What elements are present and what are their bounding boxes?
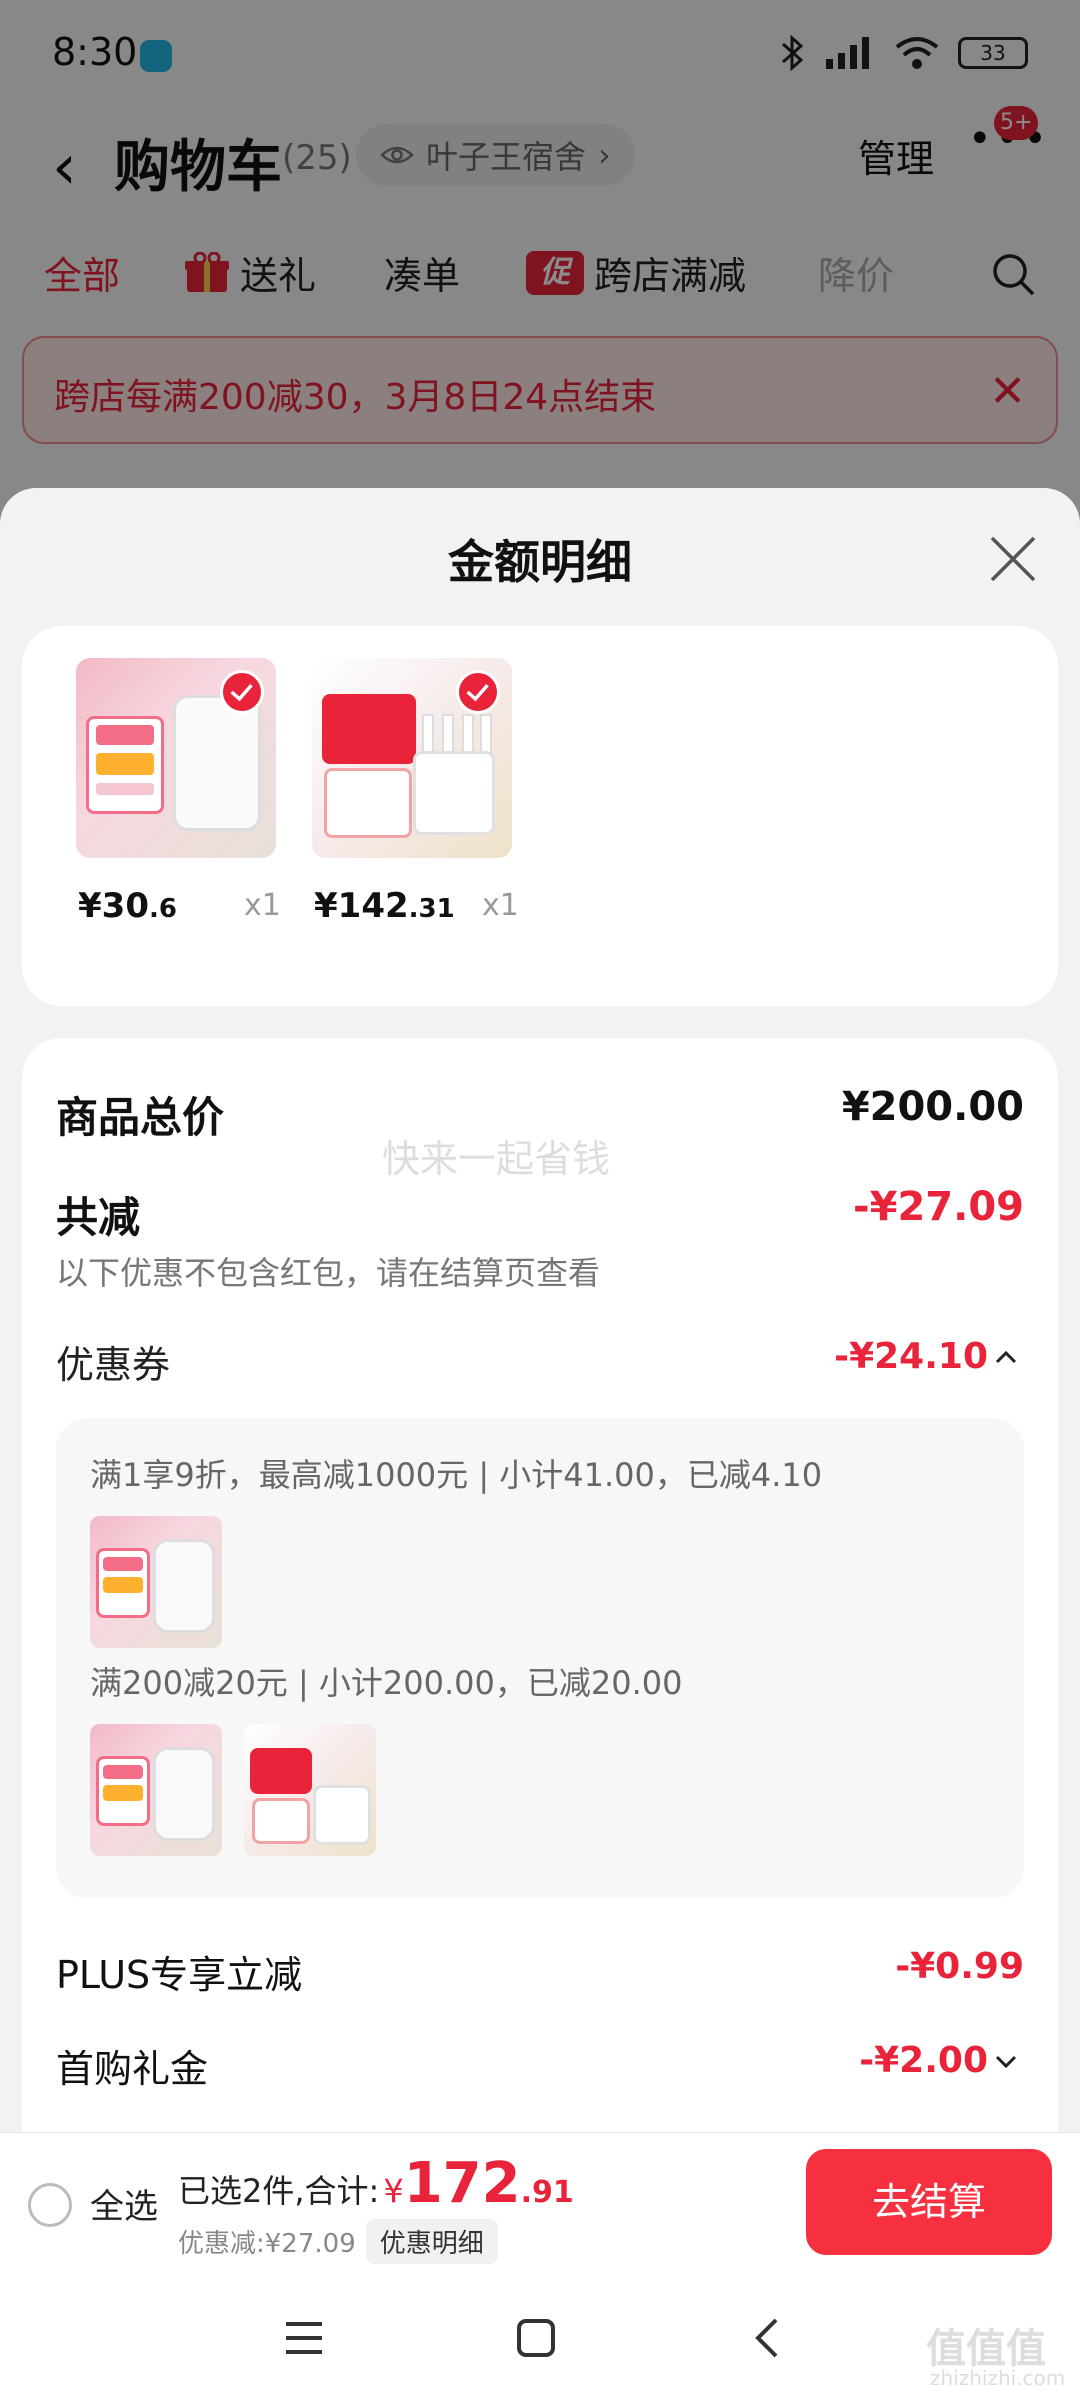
- reduce-label: 共减: [56, 1193, 141, 1242]
- total-label: 商品总价: [56, 1093, 225, 1142]
- coupon-detail-box: 满1享9折，最高减1000元 | 小计41.00，已减4.10 满200减20元…: [56, 1418, 1024, 1898]
- currency-symbol: ¥: [383, 2172, 404, 2210]
- plus-value: -¥0.99: [895, 1946, 1024, 1987]
- power-bank-image: [76, 658, 276, 858]
- goods-card: ¥30.6 x1 ¥142.31 x1: [22, 626, 1058, 1006]
- discount-detail-button[interactable]: 优惠明细: [365, 2219, 498, 2264]
- router-image: [312, 658, 512, 858]
- close-icon[interactable]: [986, 532, 1040, 586]
- home-icon[interactable]: [514, 2316, 558, 2360]
- goods-item[interactable]: [76, 658, 276, 858]
- first-purchase-value: -¥2.00: [859, 2040, 988, 2081]
- select-all-label[interactable]: 全选: [90, 2179, 158, 2228]
- check-icon: [220, 670, 264, 714]
- goods-price: ¥30.6: [78, 886, 177, 926]
- plus-label: PLUS专享立减: [56, 1953, 303, 1997]
- watermark-text: 快来一起省钱: [382, 1137, 611, 1181]
- coupon-desc: 满200减20元 | 小计200.00，已减20.00: [90, 1664, 683, 1702]
- coupon-label: 优惠券: [56, 1343, 171, 1387]
- coupon-desc: 满1享9折，最高减1000元 | 小计41.00，已减4.10: [90, 1456, 823, 1494]
- site-watermark-url: zhizhizhi.com: [930, 2366, 1066, 2390]
- goods-qty: x1: [244, 888, 281, 923]
- power-bank-thumbnail: [90, 1516, 222, 1648]
- reduce-note: 以下优惠不包含红包，请在结算页查看: [56, 1254, 601, 1292]
- router-thumbnail: [244, 1724, 376, 1856]
- discount-summary: 优惠减:¥27.09 优惠明细: [178, 2219, 498, 2264]
- amount-detail-sheet: 金额明细 ¥30.6 x1 ¥142.31 x1 快来一起省钱 商品总价 ¥20…: [0, 488, 1080, 2400]
- goods-item[interactable]: [312, 658, 512, 858]
- selected-text: 已选2件,合计:: [178, 2172, 380, 2210]
- power-bank-thumbnail: [90, 1724, 222, 1856]
- check-icon: [456, 670, 500, 714]
- chevron-up-icon: [995, 1350, 1017, 1363]
- chevron-down-icon: [995, 2055, 1017, 2068]
- total-decimal: .91: [520, 2175, 574, 2210]
- total-summary: 已选2件,合计: ¥ 172 .91: [178, 2151, 574, 2216]
- discount-text: 优惠减:¥27.09: [178, 2229, 356, 2259]
- reduce-value: -¥27.09: [853, 1184, 1024, 1230]
- back-nav-icon[interactable]: [746, 2316, 790, 2360]
- menu-icon[interactable]: [282, 2316, 326, 2360]
- total-integer: 172: [403, 2151, 521, 2216]
- goods-qty: x1: [482, 888, 519, 923]
- coupon-toggle[interactable]: -¥24.10: [834, 1336, 1018, 1377]
- first-purchase-toggle[interactable]: -¥2.00: [859, 2040, 1018, 2081]
- goods-price: ¥142.31: [314, 886, 455, 926]
- sheet-title: 金额明细: [448, 535, 632, 589]
- select-all-checkbox[interactable]: [28, 2183, 72, 2227]
- checkout-bar: 全选 已选2件,合计: ¥ 172 .91 优惠减:¥27.09 优惠明细 去结…: [0, 2132, 1080, 2272]
- checkout-button[interactable]: 去结算: [806, 2149, 1052, 2255]
- total-value: ¥200.00: [841, 1084, 1024, 1130]
- coupon-value: -¥24.10: [834, 1336, 988, 1377]
- first-purchase-label: 首购礼金: [56, 2047, 209, 2091]
- system-nav-bar: [0, 2272, 1080, 2400]
